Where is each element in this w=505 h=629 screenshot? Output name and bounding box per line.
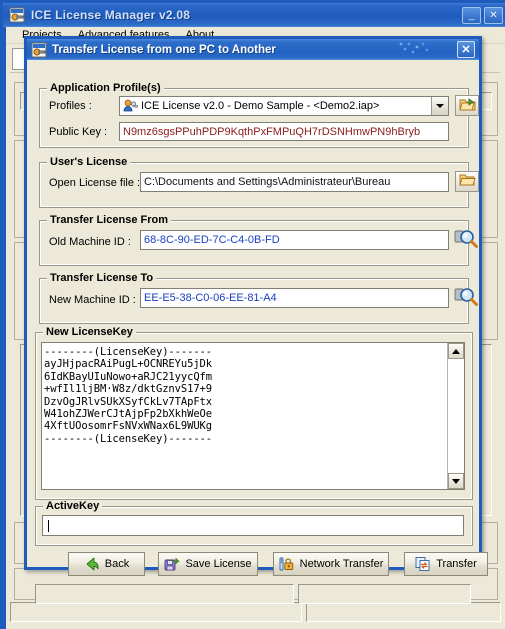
new-machine-inspect-button[interactable] [453, 286, 479, 310]
open-license-file-field[interactable]: C:\Documents and Settings\Administrateur… [140, 172, 449, 192]
users-license-title: User's License [47, 156, 131, 168]
transfer-pages-icon [415, 556, 431, 572]
open-license-file-value: C:\Documents and Settings\Administrateur… [144, 176, 391, 188]
main-titlebar[interactable]: ICE License Manager v2.08 _ ✕ [3, 3, 505, 27]
application-profiles-title: Application Profile(s) [47, 82, 164, 94]
profiles-selected-value: ICE License v2.0 - Demo Sample - <Demo2.… [141, 100, 380, 112]
dialog-statusbar [35, 584, 471, 604]
network-transfer-button[interactable]: Network Transfer [273, 552, 389, 576]
old-machine-id-label: Old Machine ID : [49, 236, 131, 248]
green-back-arrow-icon [84, 556, 100, 572]
transfer-from-title: Transfer License From [47, 214, 171, 226]
main-title-text: ICE License Manager v2.08 [31, 8, 191, 22]
chevron-down-icon[interactable] [431, 97, 448, 115]
scrollbar-track[interactable] [448, 359, 464, 473]
transfer-button-label: Transfer [436, 558, 477, 570]
dialog-body: Application Profile(s) Profiles : ICE Li… [27, 60, 488, 604]
minimize-button[interactable]: _ [462, 6, 481, 24]
dialog-status-pane-left [35, 584, 294, 604]
new-licensekey-text[interactable]: --------(LicenseKey)------- ayJHjpacRAiP… [42, 343, 447, 489]
new-machine-id-label: New Machine ID : [49, 294, 136, 306]
transfer-to-title: Transfer License To [47, 272, 157, 284]
public-key-field[interactable]: N9mz6sgsPPuhPDP9KqthPxFMPuQH7rDSNHmwPN9h… [119, 122, 449, 141]
profiles-combobox[interactable]: ICE License v2.0 - Demo Sample - <Demo2.… [119, 96, 449, 116]
app-icon [31, 42, 47, 58]
dialog-status-pane-right [297, 584, 471, 604]
old-machine-id-field[interactable]: 68-8C-90-ED-7C-C4-0B-FD [140, 230, 449, 250]
licensekey-scrollbar[interactable] [447, 343, 464, 489]
text-caret [48, 519, 49, 532]
public-key-value: N9mz6sgsPPuhPDP9KqthPxFMPuQH7rDSNHmwPN9h… [123, 125, 421, 138]
old-machine-inspect-button[interactable] [453, 228, 479, 252]
scroll-up-arrow-icon[interactable] [448, 343, 464, 359]
activekey-input[interactable] [42, 515, 464, 536]
new-licensekey-textarea[interactable]: --------(LicenseKey)------- ayJHjpacRAiP… [41, 342, 465, 490]
back-button[interactable]: Back [68, 552, 145, 576]
open-folder-icon [458, 173, 476, 190]
save-license-button-label: Save License [185, 558, 252, 570]
status-pane-right [305, 602, 501, 622]
open-license-file-label: Open License file : [49, 177, 141, 189]
save-disk-icon [164, 556, 181, 572]
dialog-close-button[interactable]: ✕ [457, 41, 475, 58]
app-icon [9, 7, 25, 23]
profile-user-key-icon [122, 99, 138, 114]
transfer-license-dialog: Transfer License from one PC to Another … [24, 36, 488, 604]
magnifier-icon [454, 228, 478, 253]
back-button-label: Back [104, 558, 130, 570]
new-machine-id-value: EE-E5-38-C0-06-EE-81-A4 [144, 292, 277, 304]
magnifier-icon [454, 286, 478, 311]
dialog-title-text: Transfer License from one PC to Another [52, 43, 276, 56]
profiles-label: Profiles : [49, 100, 92, 112]
new-licensekey-title: New LicenseKey [43, 326, 136, 338]
close-button[interactable]: ✕ [484, 6, 503, 24]
old-machine-id-value: 68-8C-90-ED-7C-C4-0B-FD [144, 234, 280, 246]
open-folder-arrow-icon [458, 97, 476, 115]
public-key-label: Public Key : [49, 126, 108, 138]
network-lock-icon [279, 556, 295, 572]
transfer-button[interactable]: Transfer [404, 552, 488, 576]
window-controls: _ ✕ [462, 6, 503, 24]
browse-license-file-button[interactable] [455, 171, 479, 192]
dialog-titlebar[interactable]: Transfer License from one PC to Another … [27, 39, 479, 60]
save-license-button[interactable]: Save License [158, 552, 258, 576]
status-pane-left [10, 602, 302, 622]
scroll-down-arrow-icon[interactable] [448, 473, 464, 489]
new-machine-id-field[interactable]: EE-E5-38-C0-06-EE-81-A4 [140, 288, 449, 308]
open-profile-button[interactable] [455, 95, 479, 116]
network-transfer-button-label: Network Transfer [299, 558, 384, 570]
activekey-title: ActiveKey [43, 500, 103, 512]
